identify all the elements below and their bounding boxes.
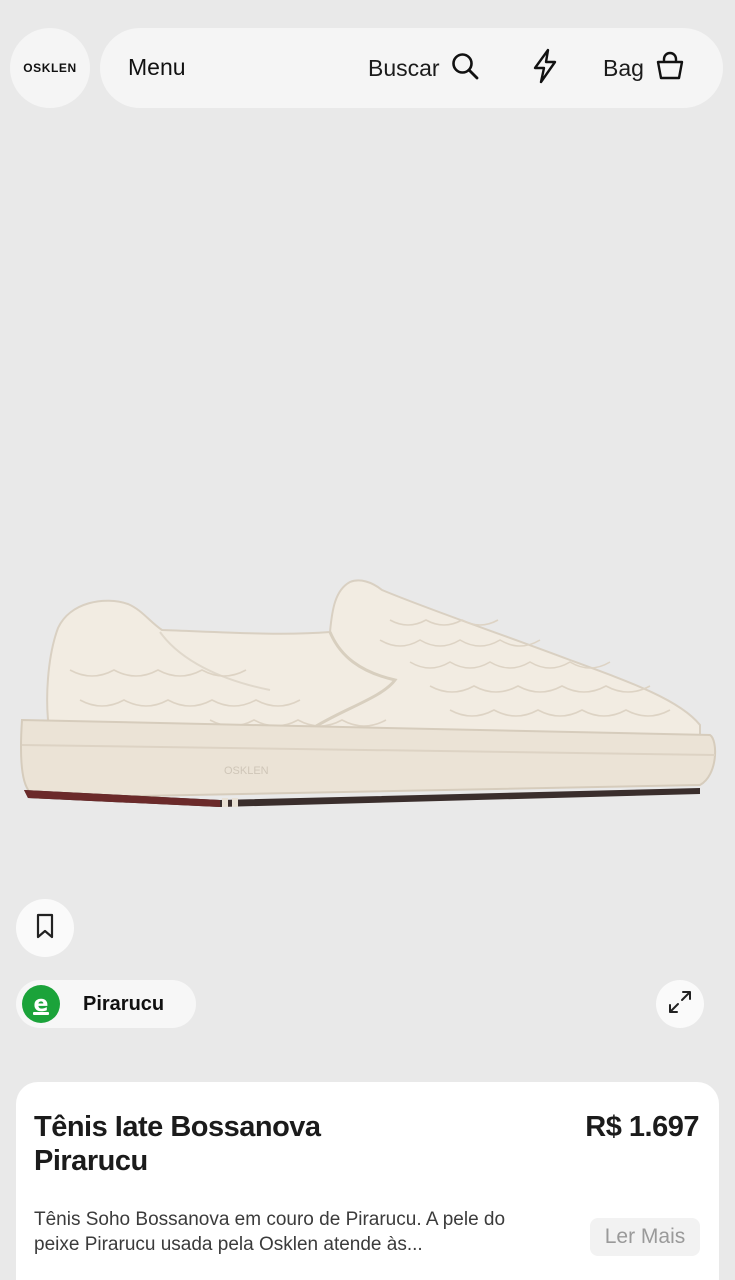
top-navigation-bar: Menu Buscar Bag — [100, 28, 723, 108]
bookmark-icon — [34, 912, 56, 945]
search-button[interactable]: Buscar — [368, 50, 480, 86]
product-info-card: Tênis Iate Bossanova Pirarucu R$ 1.697 T… — [16, 1082, 719, 1280]
expand-icon — [666, 988, 694, 1021]
bag-button[interactable]: Bag — [603, 50, 686, 86]
product-price: R$ 1.697 — [585, 1111, 699, 1143]
product-title: Tênis Iate Bossanova Pirarucu — [34, 1111, 321, 1177]
svg-text:OSKLEN: OSKLEN — [224, 765, 269, 777]
slip-on-sneaker-product-image[interactable]: OSKLEN — [10, 560, 725, 830]
menu-button[interactable]: Menu — [128, 54, 186, 81]
shopping-bag-icon — [654, 50, 686, 87]
material-badge-underline — [33, 1012, 49, 1015]
read-more-button[interactable]: Ler Mais — [590, 1218, 700, 1256]
lightning-bolt-icon — [531, 48, 559, 89]
osklen-logo: OSKLEN — [23, 61, 77, 75]
search-label: Buscar — [368, 54, 440, 81]
osklen-logo-button[interactable]: OSKLEN — [10, 28, 90, 108]
product-description: Tênis Soho Bossanova em couro de Piraruc… — [34, 1209, 506, 1255]
lightning-bolt-button[interactable] — [528, 48, 562, 89]
search-icon — [450, 51, 480, 86]
material-tag-chip[interactable]: e Pirarucu — [16, 980, 196, 1028]
save-to-wishlist-button[interactable] — [16, 899, 74, 957]
material-badge-icon: e — [22, 985, 60, 1023]
material-label: Pirarucu — [83, 992, 165, 1015]
bag-label: Bag — [603, 54, 644, 81]
expand-image-button[interactable] — [656, 980, 704, 1028]
